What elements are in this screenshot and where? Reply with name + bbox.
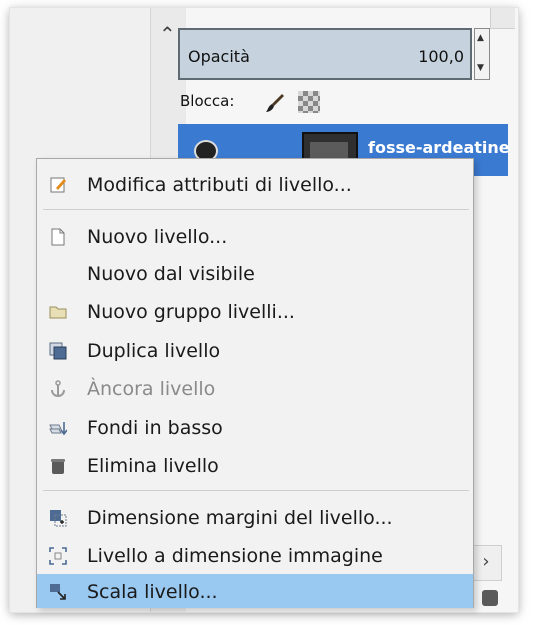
menu-item-label: Scala livello... bbox=[87, 581, 218, 603]
layer-to-image-size-icon bbox=[49, 547, 67, 565]
spin-down-icon[interactable]: ▼ bbox=[477, 63, 484, 73]
menu-item-label: Fondi in basso bbox=[87, 417, 223, 439]
menu-item-layer-to-image-size[interactable]: Livello a dimensione immagine bbox=[37, 538, 473, 574]
menu-item-label: Modifica attributi di livello... bbox=[87, 174, 352, 196]
menu-item-delete-layer[interactable]: Elimina livello bbox=[37, 448, 473, 484]
menu-item-label: Nuovo gruppo livelli... bbox=[87, 301, 295, 323]
folder-icon bbox=[49, 306, 67, 319]
anchor-icon bbox=[51, 380, 65, 398]
menu-item-label: Livello a dimensione immagine bbox=[87, 545, 383, 567]
panel-scroll-nub[interactable] bbox=[490, 8, 515, 29]
edit-attributes-icon bbox=[50, 177, 66, 193]
menu-item-new-layer[interactable]: Nuovo livello... bbox=[37, 219, 473, 255]
menu-separator bbox=[43, 209, 469, 210]
scroll-up-icon[interactable]: ⌃ bbox=[159, 22, 176, 46]
menu-item-label: Nuovo dal visibile bbox=[87, 263, 255, 285]
menu-item-merge-down[interactable]: Fondi in basso bbox=[37, 410, 473, 446]
opacity-label: Opacità bbox=[188, 47, 250, 66]
lock-alpha-icon[interactable] bbox=[298, 91, 320, 113]
scroll-right-icon[interactable]: › bbox=[470, 545, 502, 581]
spin-up-icon[interactable]: ▲ bbox=[477, 33, 484, 43]
menu-item-label: Àncora livello bbox=[87, 378, 216, 400]
menu-item-new-from-visible[interactable]: Nuovo dal visibile bbox=[37, 256, 473, 292]
duplicate-icon bbox=[49, 342, 67, 360]
new-layer-icon bbox=[51, 228, 65, 246]
menu-item-new-layer-group[interactable]: Nuovo gruppo livelli... bbox=[37, 294, 473, 330]
merge-down-icon bbox=[49, 422, 67, 436]
scale-layer-icon bbox=[50, 584, 66, 600]
menu-item-scale-layer[interactable]: Scala livello... bbox=[37, 574, 473, 608]
layer-context-menu: Modifica attributi di livello... Nuovo l… bbox=[36, 158, 474, 608]
opacity-field[interactable]: Opacità 100,0 bbox=[178, 28, 472, 80]
menu-item-label: Nuovo livello... bbox=[87, 226, 228, 248]
opacity-spinner[interactable]: ▲ ▼ bbox=[474, 28, 490, 80]
lock-pixels-brush-icon[interactable] bbox=[264, 92, 286, 114]
delete-layer-icon[interactable] bbox=[482, 590, 498, 606]
menu-item-label: Duplica livello bbox=[87, 340, 221, 362]
menu-item-duplicate-layer[interactable]: Duplica livello bbox=[37, 333, 473, 369]
menu-item-label: Dimensione margini del livello... bbox=[87, 507, 393, 529]
lock-label: Blocca: bbox=[180, 92, 235, 110]
layer-boundary-icon bbox=[50, 510, 67, 527]
menu-separator bbox=[43, 490, 469, 491]
menu-item-anchor-layer[interactable]: Àncora livello bbox=[37, 371, 473, 407]
menu-item-label: Elimina livello bbox=[87, 455, 219, 477]
menu-item-layer-boundary-size[interactable]: Dimensione margini del livello... bbox=[37, 500, 473, 536]
menu-item-edit-attributes[interactable]: Modifica attributi di livello... bbox=[37, 167, 473, 203]
trash-icon bbox=[51, 459, 65, 474]
opacity-value[interactable]: 100,0 bbox=[418, 47, 464, 66]
layer-name[interactable]: fosse-ardeatine bbox=[368, 138, 510, 157]
